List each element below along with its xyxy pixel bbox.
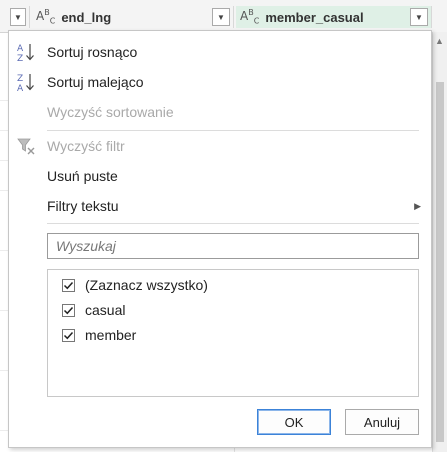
clear-sort-item[interactable]: Wyczyść sortowanie [9,97,431,127]
column-header-prev: ▼ [10,6,30,28]
text-type-icon[interactable]: ABC [240,8,259,25]
column-title: end_lng [61,9,112,25]
checkbox[interactable] [62,278,75,292]
text-filters-item[interactable]: Filtry tekstu ▶ [9,191,431,221]
menu-item-label: Sortuj rosnąco [47,44,138,60]
cancel-button[interactable]: Anuluj [345,409,419,435]
menu-item-label: Sortuj malejąco [47,74,144,90]
sort-descending-item[interactable]: Z A Sortuj malejąco [9,67,431,97]
text-type-icon[interactable]: ABC [36,8,55,25]
scroll-up-icon[interactable]: ▲ [435,36,444,46]
checkmark-icon [63,306,74,314]
menu-item-label: Wyczyść filtr [47,138,125,154]
list-item-label: member [85,327,137,343]
list-item-member[interactable]: member [62,324,136,346]
column-filter-menu: A Z Sortuj rosnąco Z A Sortuj malejąco W… [8,30,432,448]
scrollbar-thumb[interactable] [436,82,444,442]
search-input[interactable] [47,233,419,259]
column-header-end-lng[interactable]: ABC end_lng ▼ [32,6,234,28]
column-header-member-casual[interactable]: ABC member_casual ▼ [236,6,432,28]
vertical-scrollbar[interactable]: ▲ [432,32,447,452]
list-item-label: casual [85,302,126,318]
svg-text:A: A [17,44,24,54]
sort-descending-icon: Z A [17,74,34,93]
column-filter-dropdown-button[interactable]: ▼ [410,8,428,26]
filter-values-list: (Zaznacz wszystko) casual member [47,269,419,397]
checkmark-icon [63,281,74,289]
submenu-arrow-icon: ▶ [414,200,421,211]
remove-empty-item[interactable]: Usuń puste [9,161,431,191]
clear-filter-icon [17,138,35,155]
ok-button[interactable]: OK [257,409,331,435]
clear-filter-item[interactable]: Wyczyść filtr [9,131,431,161]
column-title: member_casual [265,9,364,25]
checkbox[interactable] [62,303,75,317]
svg-text:Z: Z [17,54,23,63]
sort-ascending-icon: A Z [17,44,34,63]
sort-ascending-item[interactable]: A Z Sortuj rosnąco [9,37,431,67]
list-item-select-all[interactable]: (Zaznacz wszystko) [62,274,208,296]
svg-text:Z: Z [17,74,23,84]
menu-item-label: Usuń puste [47,168,118,184]
checkmark-icon [63,331,74,339]
column-filter-dropdown-button[interactable]: ▼ [212,8,230,26]
menu-separator [47,223,419,224]
svg-text:A: A [17,84,24,93]
list-item-casual[interactable]: casual [62,299,125,321]
column-filter-dropdown-button[interactable]: ▼ [10,8,26,26]
menu-item-label: Wyczyść sortowanie [47,104,174,120]
checkbox[interactable] [62,328,75,342]
list-item-label: (Zaznacz wszystko) [85,277,208,293]
menu-item-label: Filtry tekstu [47,198,119,214]
